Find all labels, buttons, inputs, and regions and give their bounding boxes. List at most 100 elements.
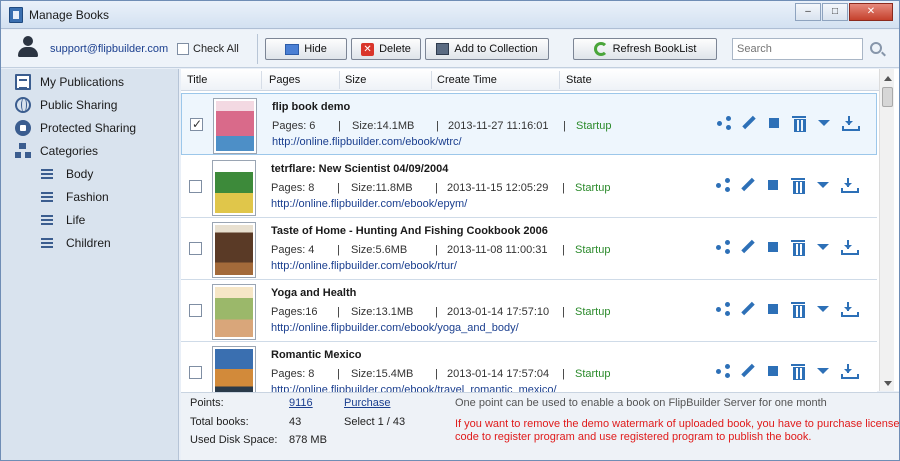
book-title: Romantic Mexico (271, 349, 362, 361)
delete-button-label: Delete (379, 43, 411, 55)
stop-icon[interactable] (766, 364, 780, 378)
book-row[interactable]: Yoga and Health Pages:16 | Size:13.1MB |… (181, 280, 877, 342)
minimize-button[interactable]: – (795, 3, 821, 21)
category-item-fashion[interactable]: Fashion (1, 186, 179, 208)
column-title[interactable]: Title (187, 74, 207, 86)
book-size: Size:15.4MB (351, 368, 414, 380)
book-cover-thumbnail[interactable] (212, 160, 256, 216)
share-icon[interactable] (717, 116, 731, 130)
dropdown-icon[interactable] (816, 302, 830, 316)
monitor-icon (285, 43, 300, 55)
book-state: Startup (576, 120, 612, 132)
disk-space-value: 878 MB (289, 434, 327, 446)
share-icon[interactable] (716, 302, 730, 316)
download-icon[interactable] (841, 302, 859, 317)
download-icon[interactable] (842, 116, 860, 131)
edit-icon[interactable] (742, 116, 756, 130)
stop-icon[interactable] (766, 240, 780, 254)
dropdown-icon[interactable] (816, 178, 830, 192)
maximize-button[interactable]: □ (822, 3, 848, 21)
sidebar-item-public-sharing[interactable]: Public Sharing (1, 94, 179, 116)
total-books-label: Total books: (190, 416, 249, 428)
list-icon (41, 238, 53, 248)
download-icon[interactable] (841, 240, 859, 255)
close-button[interactable]: ✕ (849, 3, 893, 21)
list-scrollbar[interactable] (879, 69, 894, 391)
scroll-up-icon[interactable] (884, 76, 892, 81)
dropdown-icon[interactable] (817, 116, 831, 130)
book-state: Startup (575, 182, 611, 194)
column-create-time[interactable]: Create Time (437, 74, 497, 86)
row-checkbox[interactable] (190, 117, 203, 131)
check-all-checkbox[interactable] (177, 43, 189, 55)
trash-icon[interactable] (791, 302, 805, 318)
dropdown-icon[interactable] (816, 364, 830, 378)
check-all-toggle[interactable]: Check All (177, 43, 239, 55)
book-cover-thumbnail[interactable] (212, 222, 256, 278)
book-title: Yoga and Health (271, 287, 357, 299)
download-icon[interactable] (841, 178, 859, 193)
points-value-link[interactable]: 9116 (289, 397, 313, 409)
edit-icon[interactable] (741, 178, 755, 192)
title-bar[interactable]: Manage Books – □ ✕ (1, 1, 899, 29)
row-checkbox[interactable] (189, 180, 202, 193)
row-checkbox[interactable] (189, 304, 202, 317)
categories-icon (15, 143, 31, 159)
trash-icon[interactable] (792, 116, 806, 132)
column-size[interactable]: Size (345, 74, 366, 86)
stop-icon[interactable] (766, 302, 780, 316)
stop-icon[interactable] (767, 116, 781, 130)
book-url[interactable]: http://online.flipbuilder.com/ebook/rtur… (271, 260, 457, 272)
purchase-link[interactable]: Purchase (344, 397, 390, 409)
search-input[interactable] (732, 38, 863, 60)
book-row[interactable]: tetrflare: New Scientist 04/09/2004 Page… (181, 156, 877, 218)
scroll-down-icon[interactable] (884, 381, 892, 386)
book-row[interactable]: flip book demo Pages: 6 | Size:14.1MB | … (181, 93, 877, 155)
sidebar-item-protected-sharing[interactable]: Protected Sharing (1, 117, 179, 139)
book-size: Size:11.8MB (351, 182, 413, 194)
row-checkbox[interactable] (189, 366, 202, 379)
category-item-life[interactable]: Life (1, 209, 179, 231)
window-controls: – □ ✕ (794, 3, 893, 21)
window-title: Manage Books (29, 8, 110, 22)
category-item-children[interactable]: Children (1, 232, 179, 254)
delete-button[interactable]: ✕ Delete (351, 38, 421, 60)
share-icon[interactable] (716, 240, 730, 254)
book-title: flip book demo (272, 101, 351, 113)
book-row[interactable]: Taste of Home - Hunting And Fishing Cook… (181, 218, 877, 280)
book-pages: Pages:16 (271, 306, 318, 318)
sidebar-item-my-publications[interactable]: My Publications (1, 71, 179, 93)
list-icon (41, 192, 53, 202)
sidebar-item-categories[interactable]: Categories (1, 140, 179, 162)
trash-icon[interactable] (791, 240, 805, 256)
edit-icon[interactable] (741, 364, 755, 378)
delete-icon: ✕ (361, 42, 375, 56)
share-icon[interactable] (716, 364, 730, 378)
book-pages: Pages: 4 (271, 244, 315, 256)
refresh-booklist-button[interactable]: Refresh BookList (573, 38, 717, 60)
stop-icon[interactable] (766, 178, 780, 192)
column-pages[interactable]: Pages (269, 74, 300, 86)
download-icon[interactable] (841, 364, 859, 379)
account-email[interactable]: support@flipbuilder.com (50, 43, 168, 55)
book-url[interactable]: http://online.flipbuilder.com/ebook/yoga… (271, 322, 519, 334)
watermark-warning-line-2: code to register program and use registe… (455, 431, 812, 443)
hide-button-label: Hide (304, 43, 327, 55)
hide-button[interactable]: Hide (265, 38, 347, 60)
share-icon[interactable] (716, 178, 730, 192)
edit-icon[interactable] (741, 240, 755, 254)
trash-icon[interactable] (791, 178, 805, 194)
book-cover-thumbnail[interactable] (213, 98, 257, 154)
search-icon[interactable] (870, 42, 882, 54)
book-cover-thumbnail[interactable] (212, 284, 256, 340)
scrollbar-thumb[interactable] (882, 87, 893, 107)
dropdown-icon[interactable] (816, 240, 830, 254)
row-checkbox[interactable] (189, 242, 202, 255)
trash-icon[interactable] (791, 364, 805, 380)
category-item-body[interactable]: Body (1, 163, 179, 185)
column-state[interactable]: State (566, 74, 592, 86)
book-url[interactable]: http://online.flipbuilder.com/ebook/epym… (271, 198, 467, 210)
edit-icon[interactable] (741, 302, 755, 316)
add-to-collection-button[interactable]: Add to Collection (425, 38, 549, 60)
book-url[interactable]: http://online.flipbuilder.com/ebook/wtrc… (272, 136, 462, 148)
